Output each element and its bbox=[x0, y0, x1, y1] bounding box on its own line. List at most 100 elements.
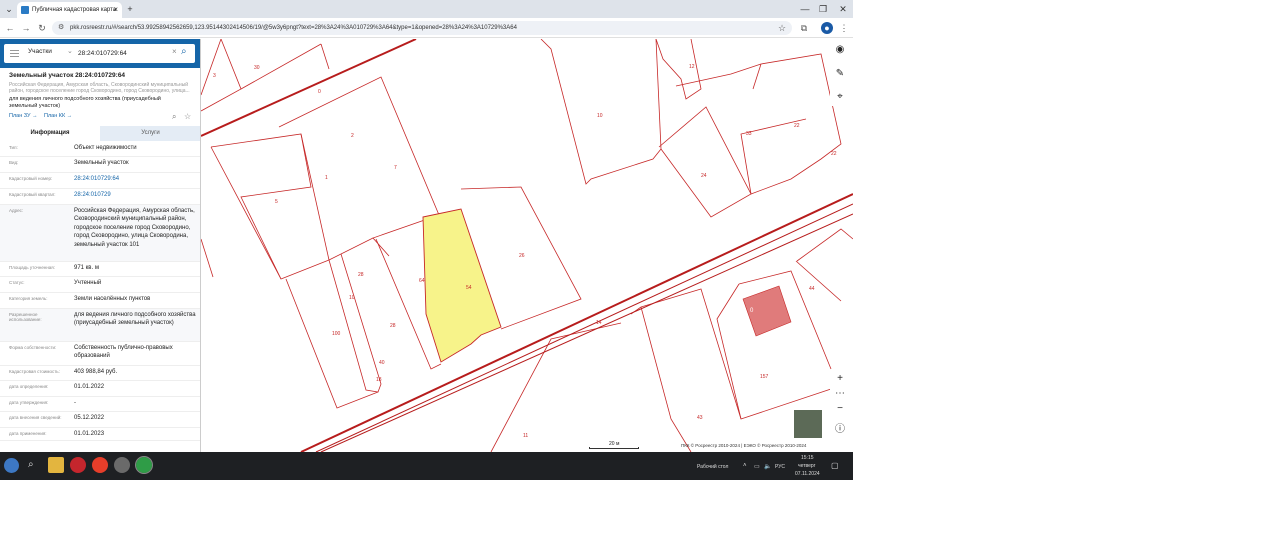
attribute-label: дата утверждения: bbox=[9, 400, 49, 405]
attribute-value: 01.01.2022 bbox=[74, 384, 105, 390]
back-icon[interactable]: ← bbox=[4, 22, 16, 34]
forward-icon[interactable]: → bbox=[20, 22, 32, 34]
attribute-row: дата внесения сведений: 05.12.2022 bbox=[0, 412, 200, 428]
map-label: 2 bbox=[351, 133, 354, 139]
attribute-label: Кадастровая стоимость: bbox=[9, 369, 60, 374]
map-label: 40 bbox=[379, 360, 385, 366]
cadastral-map[interactable]: 3 30 12 10 0 2 1 7 5 33 22 22 24 26 64 5… bbox=[201, 39, 853, 452]
map-label: 30 bbox=[254, 65, 260, 71]
notifications-icon[interactable]: ▢ bbox=[831, 461, 839, 470]
app-icon[interactable] bbox=[114, 457, 130, 473]
tab-information[interactable]: Информация bbox=[0, 126, 100, 141]
attribute-label: дата внесения сведений: bbox=[9, 415, 62, 420]
attribute-row: Вид: Земельный участок bbox=[0, 157, 200, 173]
map-label: 157 bbox=[760, 374, 769, 380]
zoom-out-button[interactable]: − bbox=[830, 400, 850, 418]
url-bar[interactable]: ⚙ pkk.rosreestr.ru/#/search/53.992589425… bbox=[52, 21, 792, 35]
minimize-button[interactable]: — bbox=[795, 2, 815, 16]
info-panel: Участки ⌄ × ⌕ ‹ Земельный участок 28:24:… bbox=[0, 39, 201, 452]
map-label: 43 bbox=[697, 415, 703, 421]
attribute-row: Площадь уточненная: 971 кв. м bbox=[0, 262, 200, 277]
scale-bar bbox=[589, 447, 639, 449]
attribute-value[interactable]: 28:24:010729:64 bbox=[74, 175, 196, 183]
zoom-to-icon[interactable]: ⌕ bbox=[172, 112, 176, 122]
tab-close-icon[interactable]: × bbox=[113, 2, 118, 18]
map-canvas[interactable]: 3 30 12 10 0 2 1 7 5 33 22 22 24 26 64 5… bbox=[201, 39, 853, 452]
attribute-value[interactable]: 28:24:010729 bbox=[74, 191, 196, 199]
attribute-row: Кадастровый номер: 28:24:010729:64 bbox=[0, 173, 200, 189]
browser-tab-bar: ⌄ Публичная кадастровая карта × + — ❐ ✕ bbox=[0, 0, 853, 18]
clock-date[interactable]: 07.11.2024 bbox=[795, 471, 820, 477]
map-label: 11 bbox=[523, 433, 528, 439]
category-select[interactable]: Участки bbox=[28, 48, 52, 55]
site-info-icon[interactable]: ⚙ bbox=[58, 24, 64, 32]
attribute-row: дата применения: 01.01.2023 bbox=[0, 428, 200, 441]
yandex-icon[interactable] bbox=[92, 457, 108, 473]
map-label: 44 bbox=[809, 286, 815, 292]
chrome-menu-icon[interactable]: ⋮ bbox=[838, 22, 850, 34]
chrome-icon[interactable] bbox=[135, 456, 153, 474]
browser-tab[interactable]: Публичная кадастровая карта × bbox=[17, 2, 122, 18]
map-label: 12 bbox=[689, 64, 695, 70]
attribute-value: 05.12.2022 bbox=[74, 415, 105, 421]
map-label: 0 bbox=[318, 89, 321, 95]
map-label: 26 bbox=[519, 253, 525, 259]
map-label: 3 bbox=[213, 73, 216, 79]
tab-search-icon[interactable]: ⌄ bbox=[3, 3, 15, 15]
ruler-icon[interactable]: ✎ bbox=[830, 65, 850, 83]
map-label: 10 bbox=[597, 113, 603, 119]
close-window-button[interactable]: ✕ bbox=[833, 2, 853, 16]
search-icon[interactable]: ⌕ bbox=[28, 459, 40, 471]
volume-icon[interactable]: 🔈 bbox=[764, 463, 771, 470]
profile-avatar[interactable]: ● bbox=[821, 22, 833, 34]
maximize-button[interactable]: ❐ bbox=[813, 2, 833, 16]
menu-icon[interactable] bbox=[10, 50, 19, 57]
attribute-label: дата определения: bbox=[9, 384, 49, 389]
plan-zu-link[interactable]: План ЗУ → bbox=[9, 113, 38, 119]
language-indicator[interactable]: РУС bbox=[775, 464, 785, 470]
reload-icon[interactable]: ↻ bbox=[36, 22, 48, 34]
attribute-value: Российская Федерация, Амурская область, … bbox=[74, 208, 195, 248]
attribute-value: - bbox=[74, 400, 76, 406]
map-label: 54 bbox=[466, 285, 472, 291]
new-tab-button[interactable]: + bbox=[124, 3, 136, 15]
attribute-value: Объект недвижимости bbox=[74, 145, 137, 151]
search-icon[interactable]: ⌕ bbox=[181, 46, 187, 57]
attribute-value: Собственность публично-правовых образова… bbox=[74, 345, 173, 360]
desktop-label[interactable]: Рабочий стол bbox=[697, 464, 728, 470]
attribute-label: дата применения: bbox=[9, 431, 47, 436]
selected-parcel bbox=[422, 208, 502, 363]
layers-icon[interactable]: ◉ bbox=[830, 41, 850, 59]
search-input[interactable] bbox=[78, 47, 168, 59]
info-icon[interactable]: ⓘ bbox=[830, 421, 850, 439]
network-icon[interactable]: ▭ bbox=[754, 463, 760, 470]
chevron-down-icon[interactable]: ⌄ bbox=[67, 47, 73, 55]
attribute-row: Адрес: Российская Федерация, Амурская обл… bbox=[0, 205, 200, 262]
parcel-address-small: Российская Федерация, Амурская область, … bbox=[9, 82, 190, 94]
basemap-thumbnail[interactable] bbox=[793, 409, 823, 439]
bookmark-star-icon[interactable]: ☆ bbox=[776, 22, 788, 34]
extensions-icon[interactable]: ⧉ bbox=[798, 22, 810, 34]
copyright-text: ПКК © Росреестр 2010-2024 | ЕЭКО © Росре… bbox=[681, 443, 807, 448]
tray-expand-icon[interactable]: ˄ bbox=[743, 463, 747, 469]
attribute-row: Категория земель: Земли населённых пункто… bbox=[0, 293, 200, 309]
plan-kk-link[interactable]: План КК → bbox=[44, 113, 72, 119]
map-label: 100 bbox=[332, 331, 341, 337]
clock-day[interactable]: четверг bbox=[798, 463, 816, 469]
windows-start-icon[interactable] bbox=[4, 458, 19, 473]
parcel-purpose: для ведения личного подсобного хозяйства… bbox=[9, 96, 161, 109]
map-label: 10 bbox=[349, 295, 355, 301]
attribute-row: Форма собственности: Собственность публич… bbox=[0, 342, 200, 366]
tab-title: Публичная кадастровая карта bbox=[32, 7, 117, 13]
road-lines bbox=[201, 39, 853, 452]
clear-icon[interactable]: × bbox=[172, 47, 177, 56]
screen: ⌄ Публичная кадастровая карта × + — ❐ ✕ … bbox=[0, 0, 853, 480]
yandex-browser-icon[interactable] bbox=[70, 457, 86, 473]
file-explorer-icon[interactable] bbox=[48, 457, 64, 473]
parcel-title: Земельный участок 28:24:010729:64 bbox=[9, 72, 126, 79]
attribute-label: Категория земель: bbox=[9, 296, 48, 301]
locate-icon[interactable]: ⌖ bbox=[830, 88, 850, 106]
favorite-star-icon[interactable]: ☆ bbox=[184, 112, 191, 121]
clock-time[interactable]: 15:15 bbox=[801, 455, 814, 461]
tab-services[interactable]: Услуги bbox=[100, 126, 200, 141]
